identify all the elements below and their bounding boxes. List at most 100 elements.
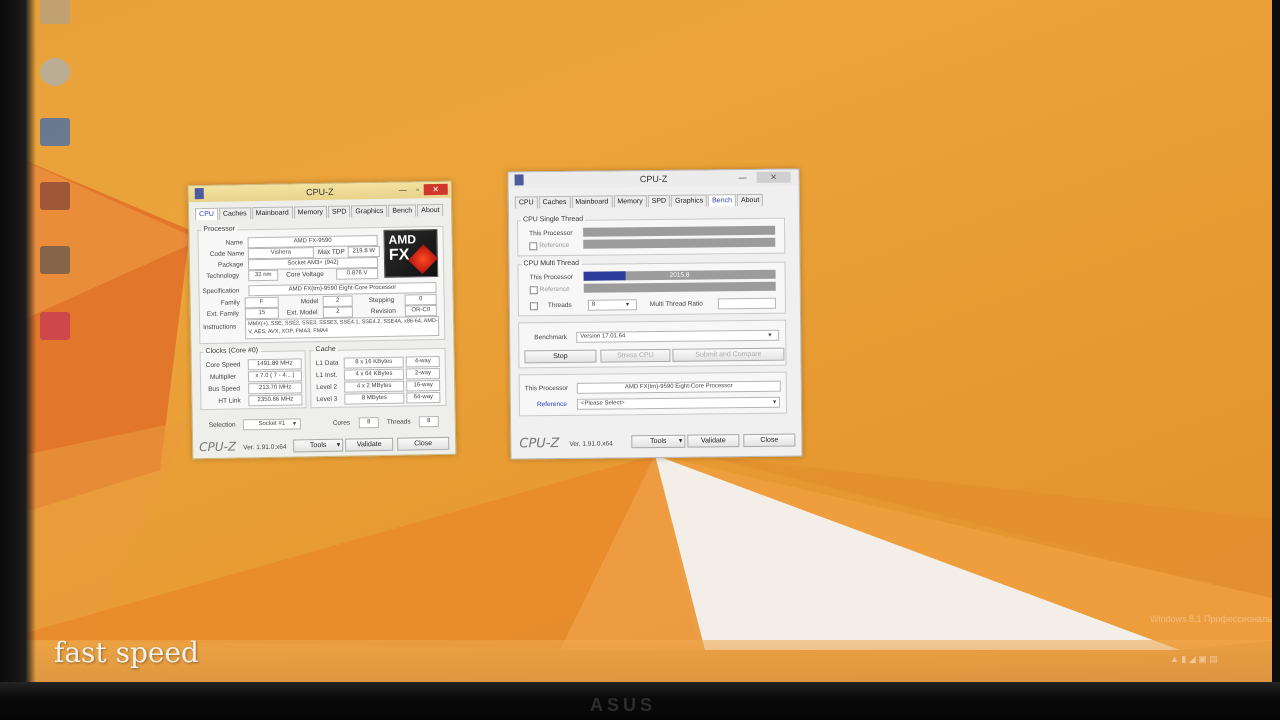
family-value: F [244,296,279,309]
app-icon [514,174,524,186]
tab-mainboard[interactable]: Mainboard [571,195,613,208]
submit-compare-button[interactable]: Submit and Compare [672,347,785,362]
desktop-icon-5[interactable] [40,246,70,274]
close-button[interactable]: Close [743,433,796,448]
multi-this-label: This Processor [529,273,574,282]
benchmark-version-dropdown[interactable]: Version 17.01.64 [576,329,780,343]
processor-section-title: Processor [201,225,237,234]
info-ref-label: Reference [536,400,567,409]
busspeed-value: 213.70 MHz [248,382,303,395]
close-window-button[interactable]: ✕ [423,183,448,196]
cpuz-brand-logo: CPU-Z [519,436,560,452]
cpuz-brand-logo: CPU-Z [199,439,237,455]
htlink-label: HT Link [218,397,241,405]
maxtdp-value: 219.8 W [347,245,380,258]
extfamily-label: Ext. Family [206,310,240,319]
reference-dropdown[interactable]: <Please Select> [576,396,780,410]
tools-label: Tools [650,437,667,446]
fx-logo-text: FX [388,246,410,264]
tab-bench[interactable]: Bench [388,204,417,217]
threads-checkbox[interactable] [529,302,538,311]
cache-section-title: Cache [313,345,338,354]
cores-label: Cores [332,419,351,427]
stepping-label: Stepping [368,296,395,305]
window-titlebar[interactable]: CPU-Z [508,169,799,189]
validate-button[interactable]: Validate [687,434,740,448]
multi-ref-checkbox[interactable] [529,286,538,295]
video-caption: fast speed [54,636,199,669]
tab-cpu[interactable]: CPU [195,207,219,221]
single-this-label: This Processor [529,229,573,238]
clocks-section-title: Clocks (Core #0) [203,347,261,356]
cache-row-size: 8 x 16 KBytes [343,356,404,369]
cache-row-label: Level 3 [316,395,338,404]
tab-graphics[interactable]: Graphics [351,204,388,218]
stress-cpu-button[interactable]: Stress CPU [600,348,671,363]
revision-value: OR-C0 [404,304,437,317]
tab-caches[interactable]: Caches [538,195,571,209]
cores-value: 8 [358,417,379,429]
busspeed-label: Bus Speed [208,385,241,393]
cpuz-window-bench[interactable]: CPU-Z — ✕ CPU Caches Mainboard Memory SPD Gra… [507,168,803,460]
tools-button[interactable]: Tools ▾ [293,438,344,453]
extfamily-value: 15 [244,307,279,320]
ratio-label: Multi Thread Ratio [649,300,703,309]
tab-about[interactable]: About [417,203,444,217]
close-window-button[interactable]: ✕ [756,171,791,183]
cpuz-window-cpu[interactable]: CPU-Z — ▫ ✕ CPU Caches Mainboard Memory SPD G… [187,180,457,460]
tools-button[interactable]: Tools ▾ [631,434,686,449]
validate-button[interactable]: Validate [345,437,394,452]
corespeed-value: 1491.89 MHz [247,358,302,371]
tab-spd[interactable]: SPD [327,205,351,218]
stop-button[interactable]: Stop [524,349,597,364]
voltage-label: Core Voltage [286,270,324,279]
tab-cpu[interactable]: CPU [514,196,538,209]
technology-label: Technology [206,272,240,281]
desktop-icon-4[interactable] [40,182,70,210]
package-label: Package [217,261,244,269]
desktop-icon-6[interactable] [40,312,70,340]
close-button[interactable]: Close [397,436,450,451]
tools-label: Tools [309,441,327,450]
tab-graphics[interactable]: Graphics [671,194,708,207]
tab-caches[interactable]: Caches [218,207,251,220]
tab-bench[interactable]: Bench [708,194,737,207]
extmodel-label: Ext. Model [286,309,318,317]
threads-value: 8 [418,415,439,428]
minimize-button[interactable]: — [735,172,751,183]
corespeed-label: Core Speed [205,361,241,370]
tab-bar: CPU Caches Mainboard Memory SPD Graphics Bench… [514,193,793,209]
tab-spd[interactable]: SPD [647,194,671,208]
instructions-value: MMX(+), SSE, SSE2, SSE3, SSSE3, SSE4.1, … [244,315,440,340]
single-ref-checkbox[interactable] [529,242,538,251]
dropdown-arrow-icon: ▾ [768,331,772,339]
tab-memory[interactable]: Memory [293,205,328,219]
tools-dropdown-icon: ▾ [336,441,341,449]
desktop-icon-1[interactable] [40,0,70,24]
minimize-button[interactable]: — [396,184,410,195]
single-thread-panel [517,217,786,257]
single-thread-title: CPU Single Thread [520,215,586,224]
monitor-bezel-right [1272,0,1280,720]
desktop-icon-2[interactable] [40,58,70,86]
cache-row-label: L1 Data [315,359,339,368]
codename-label: Code Name [209,250,245,258]
tab-about[interactable]: About [736,193,764,207]
model-value: 2 [322,295,353,307]
technology-value: 32 nm [248,269,279,282]
monitor-bezel-bottom: ASUS [0,682,1280,720]
tab-memory[interactable]: Memory [613,195,647,208]
stepping-value: 0 [404,293,437,306]
tab-mainboard[interactable]: Mainboard [251,206,293,220]
app-icon [194,188,204,200]
cache-row-size: 8 MBytes [344,392,405,405]
cache-row-label: L1 Inst. [315,371,338,380]
threads-dropdown[interactable]: 8 [587,299,637,311]
spec-label: Specification [202,287,240,296]
voltage-value: 0.876 V [336,268,379,280]
info-panel [518,371,788,417]
family-label: Family [220,299,240,307]
maxtdp-label: Max TDP [317,248,345,257]
tab-bar: CPU Caches Mainboard Memory SPD Graphics Bench… [195,203,445,221]
desktop-icon-3[interactable] [40,118,70,146]
